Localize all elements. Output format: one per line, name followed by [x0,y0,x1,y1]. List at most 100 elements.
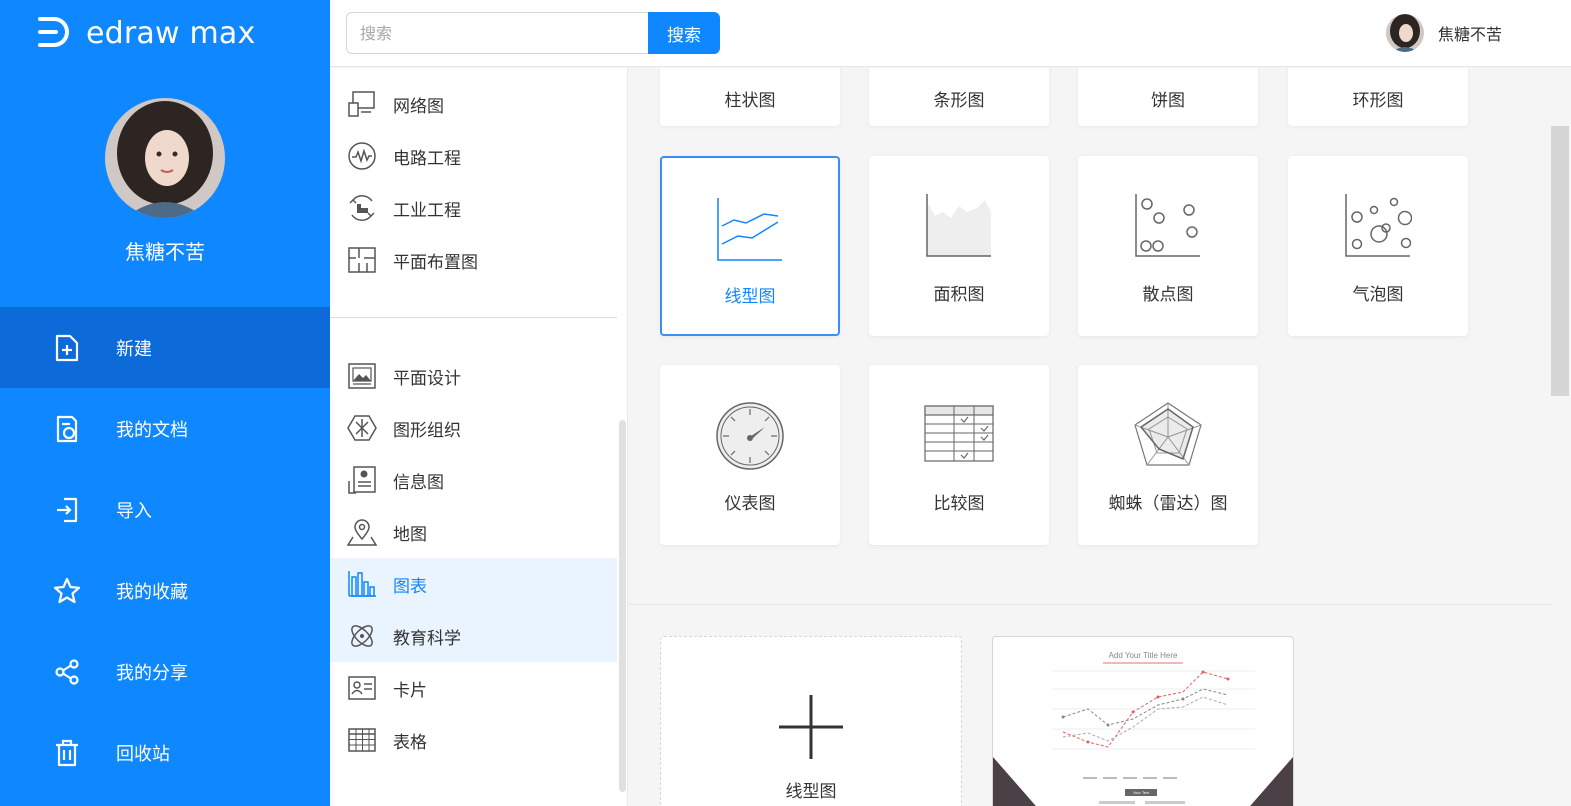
search-button[interactable]: 搜索 [648,12,720,54]
category-item-table[interactable]: 表格 [330,714,617,766]
chart-card-label: 面积图 [933,285,985,305]
nav-item-favorites[interactable]: 我的收藏 [0,550,330,631]
chart-card-comparison[interactable]: 比较图 [869,365,1049,545]
table-icon [346,724,378,756]
category-item-industrial[interactable]: 工业工程 [330,182,617,234]
template-preview-button: Your Text [1132,790,1150,795]
chart-card-label: 气泡图 [1352,285,1404,305]
category-label: 平面设计 [393,368,461,389]
card-icon [346,672,378,704]
graphic-organizer-icon [346,412,378,444]
blank-template-card[interactable]: 线型图 [660,636,962,806]
chart-card-label: 环形图 [1352,91,1404,111]
main-nav: 新建 我的文档 导入 我的收藏 我的分享 回收站 [0,307,330,793]
nav-label: 我的分享 [116,662,188,684]
category-label: 平面布置图 [393,252,478,273]
category-item-charts[interactable]: 图表 [330,558,617,610]
category-panel: 网络图 电路工程 工业工程 平面布置图 平面设计 图形组织 信息图 地图 图表 … [330,68,628,806]
chart-card-radar[interactable]: 蜘蛛（雷达）图 [1078,365,1258,545]
sidebar-user-name: 焦糖不苦 [125,240,205,264]
category-label: 网络图 [393,96,444,117]
radar-chart-icon [1133,401,1203,471]
chart-card-area[interactable]: 面积图 [869,156,1049,336]
chart-card-label: 散点图 [1142,285,1194,305]
nav-item-new[interactable]: 新建 [0,307,330,388]
comparison-table-icon [924,405,994,467]
chart-card-bubble[interactable]: 气泡图 [1288,156,1468,336]
graphic-design-icon [346,360,378,392]
chart-card-donut[interactable]: 环形图 [1288,68,1468,126]
line-chart-template-preview[interactable]: Add Your Title Here Your Text [992,636,1294,806]
search-input[interactable] [346,12,649,54]
edraw-logo-icon [36,14,72,54]
star-icon [52,576,82,606]
infographic-icon [346,464,378,496]
import-icon [52,495,82,525]
atom-icon [346,620,378,652]
chart-card-gauge[interactable]: 仪表图 [660,365,840,545]
area-chart-icon [925,192,993,262]
section-divider [629,604,1551,605]
chart-card-label: 线型图 [724,287,776,307]
app-logo[interactable]: edraw max [36,14,255,54]
nav-item-my-shares[interactable]: 我的分享 [0,631,330,712]
chart-card-column[interactable]: 柱状图 [660,68,840,126]
top-user-name: 焦糖不苦 [1438,25,1503,44]
trash-icon [52,738,82,768]
floor-plan-icon [346,244,378,276]
blank-template-label: 线型图 [785,782,837,802]
nav-label: 我的收藏 [116,581,188,603]
chart-card-line[interactable]: 线型图 [660,156,840,336]
category-item-education-science[interactable]: 教育科学 [330,610,617,662]
user-avatar[interactable] [105,98,225,218]
category-label: 教育科学 [393,628,461,649]
nav-item-my-documents[interactable]: 我的文档 [0,388,330,469]
category-label: 地图 [393,524,427,545]
scatter-chart-icon [1134,192,1202,262]
network-icon [346,88,378,120]
category-item-card[interactable]: 卡片 [330,662,617,714]
chart-card-label: 条形图 [933,91,985,111]
chart-card-bar[interactable]: 条形图 [869,68,1049,126]
chart-card-pie[interactable]: 饼图 [1078,68,1258,126]
template-preview-graphic [993,662,1293,806]
category-label: 信息图 [393,472,444,493]
industrial-icon [346,192,378,224]
nav-item-import[interactable]: 导入 [0,469,330,550]
category-item-graphic-organizer[interactable]: 图形组织 [330,402,617,454]
top-user-menu[interactable]: 焦糖不苦 [1386,14,1502,52]
category-label: 图表 [393,576,427,597]
nav-label: 回收站 [116,743,170,765]
map-pin-icon [346,516,378,548]
category-item-infographic[interactable]: 信息图 [330,454,617,506]
my-documents-icon [52,414,82,444]
category-item-map[interactable]: 地图 [330,506,617,558]
bar-chart-icon [346,568,378,600]
category-item-circuit[interactable]: 电路工程 [330,130,617,182]
avatar[interactable] [1386,14,1424,52]
bubble-chart-icon [1344,192,1413,262]
nav-label: 导入 [116,500,152,522]
category-scrollbar[interactable] [619,420,626,792]
chart-card-label: 比较图 [933,494,985,514]
chart-card-label: 饼图 [1151,91,1185,111]
circuit-icon [346,140,378,172]
new-file-icon [52,333,82,363]
nav-label: 新建 [116,338,152,360]
plus-icon [779,695,843,763]
top-bar: 搜索 焦糖不苦 [330,0,1571,67]
category-divider [330,317,617,318]
category-label: 图形组织 [393,420,461,441]
nav-label: 我的文档 [116,419,188,441]
category-label: 电路工程 [393,148,461,169]
chart-card-scatter[interactable]: 散点图 [1078,156,1258,336]
chart-type-gallery: 柱状图 条形图 饼图 环形图 线型图 面积图 散点图 气泡图 仪表图 比较图 蜘… [629,68,1551,806]
nav-item-recycle-bin[interactable]: 回收站 [0,712,330,793]
share-icon [52,657,82,687]
category-label: 表格 [393,732,427,753]
chart-card-label: 柱状图 [724,91,776,111]
main-scrollbar[interactable] [1551,126,1569,396]
category-item-floor-plan[interactable]: 平面布置图 [330,234,617,286]
category-item-network[interactable]: 网络图 [330,78,617,130]
category-item-graphic-design[interactable]: 平面设计 [330,350,617,402]
